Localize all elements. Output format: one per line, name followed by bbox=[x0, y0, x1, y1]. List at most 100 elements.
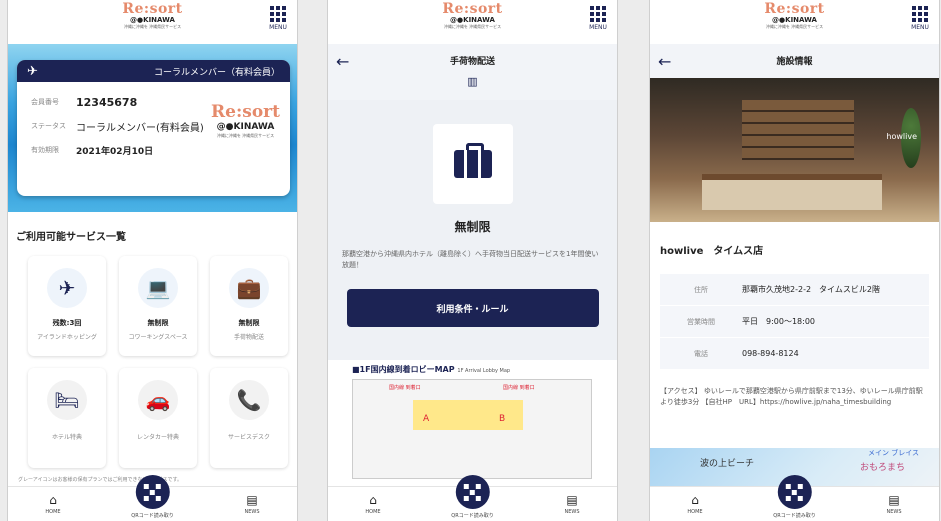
phone-screen-baggage: Re:sort @●KINAWA 沖縄に沖縄を 沖縄県民サービス MENU ← … bbox=[327, 0, 618, 521]
home-icon: ⌂ bbox=[369, 493, 377, 507]
arrival-lobby-map[interactable]: ■1F国内線到着ロビーMAP 1F Arrival Lobby Map 国内線 … bbox=[352, 364, 592, 486]
nav-label: HOME bbox=[687, 509, 703, 515]
tile-label: サービスデスク bbox=[227, 434, 270, 441]
nav-label: NEWS bbox=[244, 509, 260, 515]
service-description: 那覇空港から沖縄県内ホテル（離島除く）へ手荷物当日配送サービスを1年間使い放題！ bbox=[342, 250, 599, 270]
tile-count: 無制限 bbox=[147, 319, 169, 327]
photo-sign: howlive bbox=[886, 132, 917, 141]
nav-home[interactable]: ⌂ HOME bbox=[670, 487, 720, 521]
info-row-address: 住所 那覇市久茂地2-2-2 タイムスビル2階 bbox=[660, 274, 929, 306]
back-arrow-icon[interactable]: ← bbox=[658, 52, 671, 71]
photo-counter bbox=[702, 174, 882, 210]
airplane-icon: ✈ bbox=[47, 268, 87, 308]
card-logo-subtext: @●KINAWA bbox=[216, 122, 275, 132]
map-label: 波の上ビーチ bbox=[700, 459, 755, 469]
card-key: ステータス bbox=[31, 122, 66, 130]
page-title: 手荷物配送 bbox=[449, 57, 495, 67]
info-row-phone[interactable]: 電話 098-894-8124 bbox=[660, 338, 929, 370]
resort-logo[interactable]: Re:sort @●KINAWA 沖縄に沖縄を 沖縄県民サービス bbox=[122, 2, 182, 29]
map-label: A bbox=[423, 414, 430, 424]
qr-icon bbox=[135, 475, 170, 509]
membership-card-area: ✈ コーラルメンバー（有料会員） 会員番号 12345678 ステータス コーラルメ… bbox=[8, 44, 297, 212]
car-icon: 🚗 bbox=[138, 380, 178, 420]
resort-logo[interactable]: Re:sort @●KINAWA 沖縄に沖縄を 沖縄県民サービス bbox=[442, 2, 502, 29]
logo-text: Re:sort bbox=[122, 1, 183, 17]
member-number: 12345678 bbox=[76, 95, 138, 109]
map-label: B bbox=[499, 414, 506, 424]
nav-label: HOME bbox=[365, 509, 381, 515]
phone-screen-facility: Re:sort @●KINAWA 沖縄に沖縄を 沖縄県民サービス MENU ← … bbox=[649, 0, 940, 521]
tile-label: 手荷物配送 bbox=[233, 334, 264, 341]
info-key: 住所 bbox=[694, 285, 708, 294]
suitcase-icon: ▥ bbox=[467, 75, 478, 88]
page-header: ← 施設情報 bbox=[650, 44, 939, 78]
app-header: Re:sort @●KINAWA 沖縄に沖縄を 沖縄県民サービス MENU bbox=[650, 0, 939, 44]
card-logo-text: Re:sort bbox=[211, 102, 280, 122]
phone-icon: 📞 bbox=[229, 380, 269, 420]
card-logo-tagline: 沖縄に沖縄を 沖縄県民サービス bbox=[216, 133, 275, 138]
member-type: コーラルメンバー（有料会員） bbox=[153, 67, 280, 78]
menu-grid-icon bbox=[585, 6, 611, 22]
nav-news[interactable]: ▤ NEWS bbox=[227, 487, 277, 521]
qr-button[interactable]: QRコード読み取り bbox=[131, 475, 174, 519]
map-label: 国内線 到着口 bbox=[503, 385, 535, 391]
usage-limit: 無制限 bbox=[454, 220, 491, 234]
facility-info-table: 住所 那覇市久茂地2-2-2 タイムスビル2階 営業時間 平日 9:00〜18:00… bbox=[660, 274, 929, 370]
card-logo: Re:sort @●KINAWA 沖縄に沖縄を 沖縄県民サービス bbox=[211, 104, 280, 138]
logo-tagline: 沖縄に沖縄を 沖縄県民サービス bbox=[765, 24, 824, 29]
service-tile-rentacar[interactable]: 🚗 レンタカー特典 bbox=[119, 368, 197, 468]
menu-button[interactable]: MENU bbox=[265, 6, 291, 31]
map-label: おもろまち bbox=[859, 463, 905, 473]
qr-button[interactable]: QRコード読み取り bbox=[773, 475, 816, 519]
card-key: 有効期限 bbox=[31, 146, 59, 154]
tile-label: コワーキングスペース bbox=[128, 334, 188, 341]
nav-news[interactable]: ▤ NEWS bbox=[547, 487, 597, 521]
qr-button[interactable]: QRコード読み取り bbox=[451, 475, 494, 519]
qr-label: QRコード読み取り bbox=[131, 513, 174, 519]
rules-button[interactable]: 利用条件・ルール bbox=[346, 289, 599, 328]
logo-tagline: 沖縄に沖縄を 沖縄県民サービス bbox=[123, 24, 182, 29]
menu-button[interactable]: MENU bbox=[585, 6, 611, 31]
menu-button[interactable]: MENU bbox=[907, 6, 933, 31]
facility-name: howlive タイムス店 bbox=[660, 246, 764, 257]
services-title: ご利用可能サービス一覧 bbox=[16, 232, 126, 243]
document-icon: ▤ bbox=[246, 493, 258, 507]
info-value: 平日 9:00〜18:00 bbox=[742, 317, 816, 326]
access-info: 【アクセス】 ゆいレールで那覇空港駅から県庁前駅まで13分、ゆいレール県庁前駅よ… bbox=[660, 387, 923, 406]
service-tile-hotel[interactable]: 🛏 ホテル特典 bbox=[28, 368, 106, 468]
card-row-expiry: 有効期限 2021年02月10日 bbox=[31, 138, 290, 162]
service-tile-coworking[interactable]: 💻 無制限 コワーキングスペース bbox=[119, 256, 197, 356]
nav-label: HOME bbox=[45, 509, 61, 515]
nav-home[interactable]: ⌂ HOME bbox=[348, 487, 398, 521]
app-header: Re:sort @●KINAWA 沖縄に沖縄を 沖縄県民サービス MENU bbox=[328, 0, 617, 44]
qr-label: QRコード読み取り bbox=[773, 513, 816, 519]
map-title-text: ■1F国内線到着ロビーMAP bbox=[352, 365, 455, 374]
member-card[interactable]: ✈ コーラルメンバー（有料会員） 会員番号 12345678 ステータス コーラルメ… bbox=[17, 60, 290, 196]
info-key: 営業時間 bbox=[687, 317, 715, 326]
document-icon: ▤ bbox=[888, 493, 900, 507]
service-tile-desk[interactable]: 📞 サービスデスク bbox=[210, 368, 288, 468]
qr-icon bbox=[455, 475, 490, 509]
logo-text: Re:sort bbox=[764, 1, 825, 17]
info-row-hours: 営業時間 平日 9:00〜18:00 bbox=[660, 306, 929, 338]
resort-logo[interactable]: Re:sort @●KINAWA 沖縄に沖縄を 沖縄県民サービス bbox=[764, 2, 824, 29]
back-arrow-icon[interactable]: ← bbox=[336, 52, 349, 71]
tile-count: 無制限 bbox=[238, 319, 260, 327]
map-label: 国内線 到着口 bbox=[389, 385, 421, 391]
qr-label: QRコード読み取り bbox=[451, 513, 494, 519]
menu-label: MENU bbox=[589, 24, 607, 31]
nav-news[interactable]: ▤ NEWS bbox=[869, 487, 919, 521]
bed-icon: 🛏 bbox=[47, 380, 87, 420]
nav-home[interactable]: ⌂ HOME bbox=[28, 487, 78, 521]
expiry-date: 2021年02月10日 bbox=[76, 146, 154, 157]
service-tile-island-hopping[interactable]: ✈ 残数:3回 アイランドホッピング bbox=[28, 256, 106, 356]
card-key: 会員番号 bbox=[31, 98, 59, 106]
photo-shelf bbox=[742, 100, 854, 160]
phone-number[interactable]: 098-894-8124 bbox=[742, 349, 799, 358]
menu-label: MENU bbox=[269, 24, 287, 31]
nav-label: NEWS bbox=[886, 509, 902, 515]
logo-subtext: @●KINAWA bbox=[772, 16, 817, 24]
service-tile-baggage[interactable]: 💼 無制限 手荷物配送 bbox=[210, 256, 288, 356]
suitcase-icon: 💼 bbox=[229, 268, 269, 308]
logo-subtext: @●KINAWA bbox=[130, 16, 175, 24]
